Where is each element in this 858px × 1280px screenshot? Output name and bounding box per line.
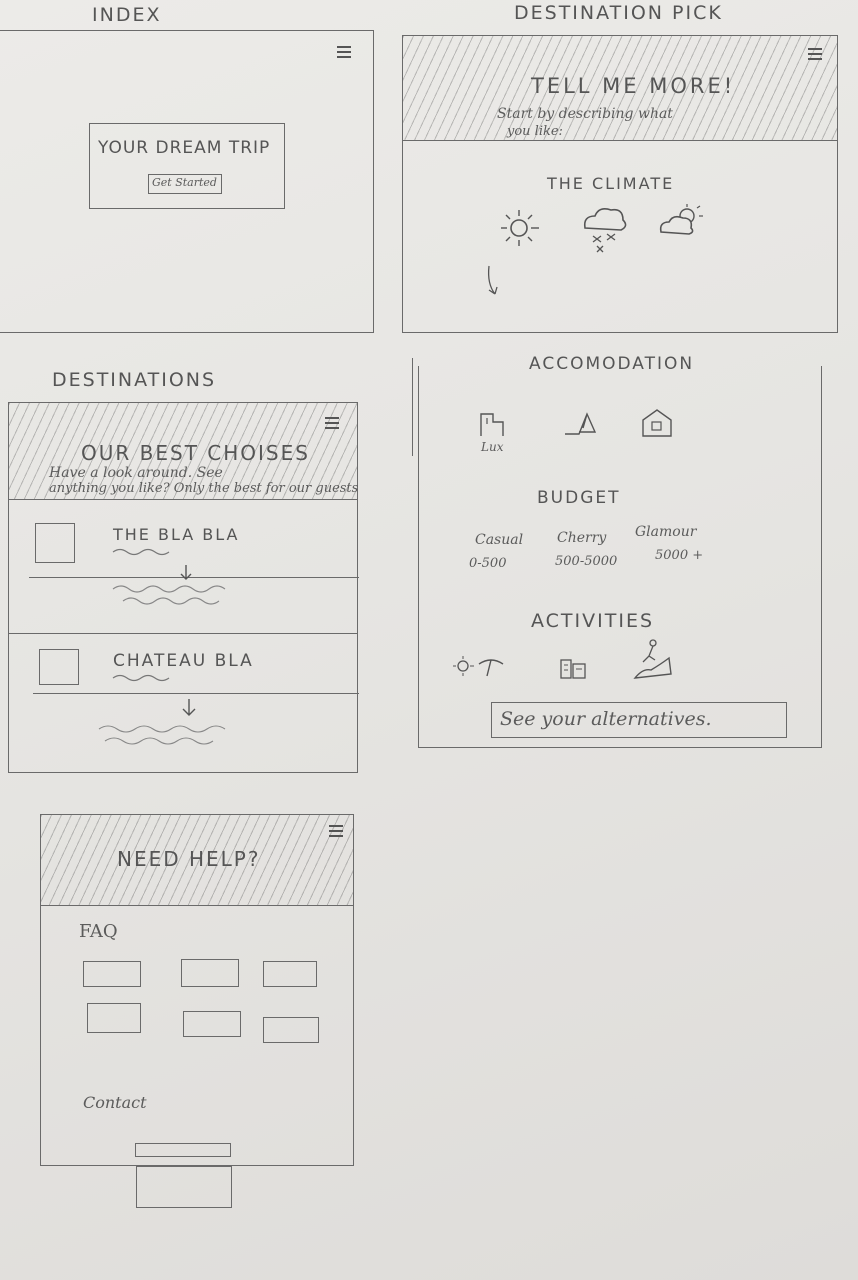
lux-label: Lux [481, 440, 504, 454]
description-scribble [98, 725, 226, 745]
hero-box: YOUR DREAM TRIP Get Started [89, 123, 285, 209]
see-alternatives-label: See your alternatives. [500, 708, 712, 730]
item-divider [33, 693, 359, 694]
faq-label: FAQ [79, 921, 118, 942]
need-help-heading: NEED HELP? [117, 847, 261, 871]
tent-icon[interactable] [563, 410, 601, 438]
hotel-icon[interactable] [479, 410, 509, 438]
house-icon[interactable] [641, 408, 673, 438]
accommodation-title: ACCOMODATION [529, 354, 695, 374]
best-choices-heading: OUR BEST CHOISES [81, 441, 310, 465]
contact-message-input[interactable] [136, 1166, 232, 1208]
destinations-subtext-line1: Have a look around. See [49, 465, 223, 481]
destination-pick-frame: TELL ME MORE! Start by describing what y… [402, 35, 838, 333]
snow-cloud-icon[interactable] [579, 204, 629, 256]
faq-card[interactable] [263, 961, 317, 987]
budget-title: BUDGET [537, 488, 621, 508]
description-scribble [112, 585, 226, 605]
subtext-line1: Start by describing what [497, 106, 673, 122]
faq-card[interactable] [87, 1003, 141, 1033]
expand-arrow-icon[interactable] [179, 563, 193, 583]
get-started-label: Get Started [152, 176, 217, 189]
tell-me-more-heading: TELL ME MORE! [531, 74, 736, 98]
description-scribble [112, 548, 170, 556]
destination-item-title[interactable]: THE BLA BLA [113, 525, 240, 544]
item-divider [9, 633, 357, 634]
budget-option-name[interactable]: Cherry [557, 530, 606, 546]
description-scribble [112, 674, 170, 682]
menu-icon[interactable] [325, 417, 339, 431]
budget-option-range[interactable]: 0-500 [469, 556, 506, 571]
city-icon[interactable] [559, 656, 589, 680]
contact-input[interactable] [135, 1143, 231, 1157]
see-alternatives-button[interactable]: See your alternatives. [491, 702, 787, 738]
scroll-arrow-icon [487, 265, 498, 295]
budget-option-name[interactable]: Casual [475, 532, 523, 548]
budget-option-range[interactable]: 500-5000 [555, 554, 617, 569]
accommodation-frame: ACCOMODATION Lux BUDGET Casual 0-500 Che… [418, 354, 822, 748]
activities-title: ACTIVITIES [531, 610, 655, 632]
sun-icon[interactable] [499, 208, 543, 248]
menu-icon[interactable] [329, 825, 343, 839]
faq-card[interactable] [183, 1011, 241, 1037]
climate-title: THE CLIMATE [547, 174, 675, 193]
sun-cloud-icon[interactable] [657, 204, 705, 240]
destination-item-thumbnail[interactable] [35, 523, 75, 563]
menu-icon[interactable] [808, 48, 822, 62]
faq-card[interactable] [181, 959, 239, 987]
get-started-button[interactable]: Get Started [148, 174, 222, 194]
budget-option-range[interactable]: 5000 + [655, 548, 703, 563]
contact-label: Contact [83, 1093, 147, 1112]
item-divider [29, 577, 359, 578]
expand-arrow-icon[interactable] [181, 697, 197, 719]
destination-item-title[interactable]: CHATEAU BLA [113, 651, 254, 671]
destination-pick-label: DESTINATION PICK [514, 2, 723, 24]
faq-card[interactable] [83, 961, 141, 987]
help-frame: NEED HELP? FAQ Contact [40, 814, 354, 1166]
index-label: INDEX [92, 4, 162, 26]
faq-card[interactable] [263, 1017, 319, 1043]
subtext-line2: you like: [507, 124, 563, 139]
hero-title: YOUR DREAM TRIP [98, 138, 271, 158]
index-frame: YOUR DREAM TRIP Get Started [0, 30, 374, 333]
beach-icon[interactable] [453, 654, 509, 678]
destinations-frame: OUR BEST CHOISES Have a look around. See… [8, 402, 359, 773]
budget-option-name[interactable]: Glamour [635, 524, 696, 540]
hiking-icon[interactable] [633, 638, 673, 682]
menu-icon[interactable] [337, 46, 351, 60]
destinations-subtext-line2: anything you like? Only the best for our… [49, 481, 359, 496]
accommodation-frame-left-edge [412, 358, 413, 456]
destination-item-thumbnail[interactable] [39, 649, 79, 685]
destinations-label: DESTINATIONS [52, 369, 217, 391]
